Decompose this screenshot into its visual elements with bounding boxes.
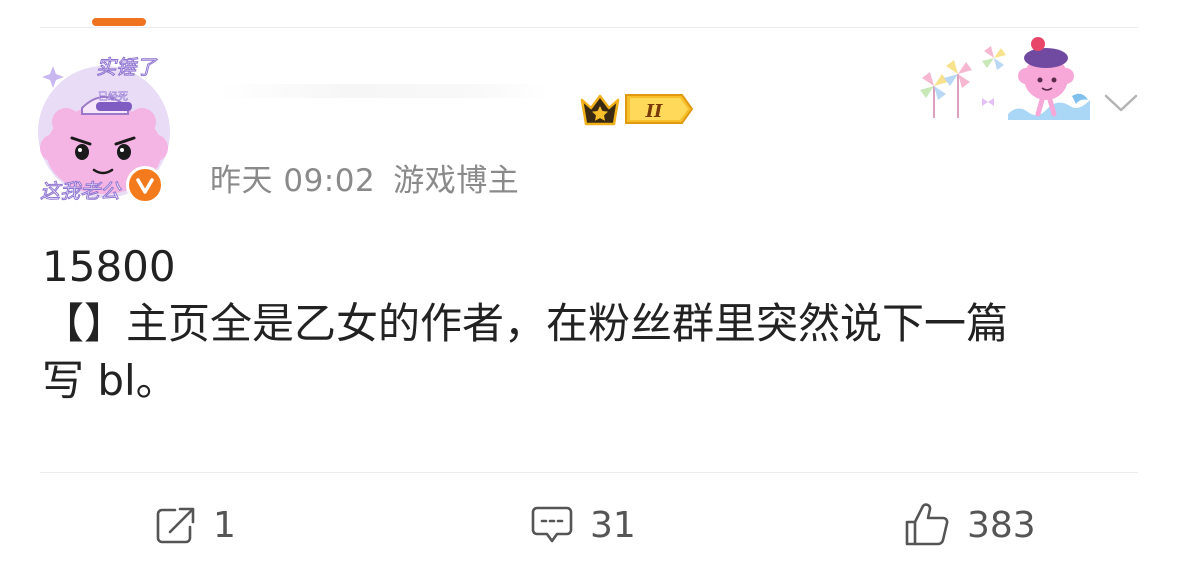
verified-icon: [126, 166, 164, 204]
top-divider: [40, 27, 1138, 28]
avatar-caption-mid: 已经死: [98, 90, 128, 103]
repost-count: 1: [213, 504, 236, 546]
avatar-caption-top: 实锤了: [96, 55, 158, 79]
member-crown-badge[interactable]: II: [578, 88, 696, 130]
repost-button[interactable]: 1: [155, 502, 236, 548]
chevron-down-icon[interactable]: [1102, 88, 1140, 116]
post-content: 15800 【】主页全是乙女的作者，在粉丝群里突然说下一篇 写 bl。: [42, 238, 1142, 409]
badge-level: II: [645, 101, 663, 122]
comment-icon: [531, 506, 573, 543]
like-button[interactable]: 383: [903, 502, 1036, 548]
post-meta: 昨天 09:02 游戏博主: [210, 155, 537, 200]
post-content-line: 【】主页全是乙女的作者，在粉丝群里突然说下一篇: [42, 299, 1009, 348]
actions-divider: [40, 472, 1138, 473]
comment-count: 31: [590, 504, 636, 546]
tab-indicator: [92, 18, 146, 26]
comment-button[interactable]: 31: [530, 502, 636, 548]
post-tag: 游戏博主: [393, 163, 520, 199]
thumbs-up-icon: [905, 503, 949, 546]
decoration-image: [920, 37, 1090, 120]
share-icon: [156, 507, 195, 544]
like-count: 383: [967, 504, 1036, 546]
username[interactable]: [218, 84, 548, 98]
avatar-caption-bottom: 这我老公: [40, 179, 122, 202]
post-content-line: 15800: [42, 242, 176, 291]
post-time: 昨天 09:02: [210, 163, 376, 199]
post-content-line: 写 bl。: [42, 356, 178, 405]
